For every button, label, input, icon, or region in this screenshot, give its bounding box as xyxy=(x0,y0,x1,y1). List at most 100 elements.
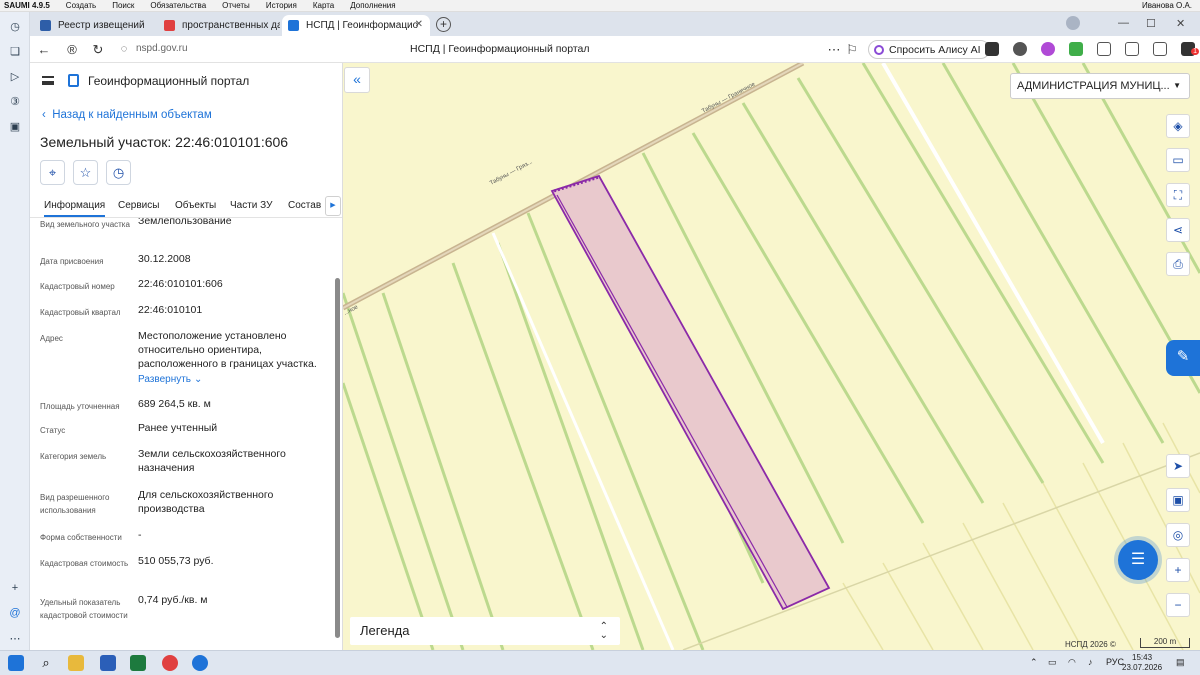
tab-composition[interactable]: Состав xyxy=(288,200,321,211)
menu-reports[interactable]: Отчеты xyxy=(214,1,258,10)
mail-icon[interactable]: @ xyxy=(7,605,23,621)
minimize-icon[interactable]: — xyxy=(1118,17,1129,29)
shield-extension-icon[interactable] xyxy=(1069,42,1083,56)
extension-icon[interactable] xyxy=(1041,42,1055,56)
select-area-button[interactable]: ⛶ xyxy=(1166,183,1190,207)
tab-parts[interactable]: Части ЗУ xyxy=(230,200,272,211)
tab-objects[interactable]: Объекты xyxy=(175,200,216,211)
puzzle-icon[interactable] xyxy=(1097,42,1111,56)
tab-label: Реестр извещений xyxy=(58,20,145,31)
legend-toggle[interactable]: Легенда ⌃ ⌄ xyxy=(350,617,620,645)
more-icon[interactable]: ⋯ xyxy=(7,630,23,646)
field-value: Для сельскохозяйственного производства xyxy=(138,489,274,515)
os-menu-bar: SAUMI 4.9.5 Создать Поиск Обязательства … xyxy=(0,0,1200,12)
menu-search[interactable]: Поиск xyxy=(104,1,142,10)
caret-down-icon: ▼ xyxy=(1173,81,1181,90)
measure-button[interactable]: ▭ xyxy=(1166,148,1190,172)
wifi-icon[interactable]: ◠ xyxy=(1068,657,1076,668)
history-icon[interactable]: ◷ xyxy=(7,18,23,34)
mail-app-icon[interactable] xyxy=(192,655,208,671)
close-icon[interactable]: ✕ xyxy=(415,19,423,30)
close-window-icon[interactable]: ✕ xyxy=(1176,17,1185,30)
parcel-title: Земельный участок: 22:46:010101:606 xyxy=(40,134,289,150)
search-icon[interactable]: ⌕ xyxy=(38,655,54,671)
map-canvas[interactable]: Табуны — Гряз... Табуны — Граничное ...н… xyxy=(343,63,1200,650)
maximize-icon[interactable]: ☐ xyxy=(1146,17,1156,30)
share-button[interactable]: ⋖ xyxy=(1166,218,1190,242)
expand-address-link[interactable]: Развернуть ⌄ xyxy=(138,372,328,387)
url-field[interactable]: nspd.gov.ru xyxy=(136,43,188,54)
new-tab-button[interactable]: + xyxy=(436,17,451,32)
field-value: Земли сельскохозяйственного назначения xyxy=(138,448,286,474)
bookmark-icon[interactable]: ⚐ xyxy=(844,42,860,58)
tab-spatial[interactable]: пространственных данн xyxy=(158,15,280,36)
back-to-results-link[interactable]: ‹ Назад к найденным объектам xyxy=(42,109,212,121)
tab-information[interactable]: Информация xyxy=(44,200,106,217)
locate-object-button[interactable]: ⌖ xyxy=(40,160,65,185)
road-label: Табуны — Гряз... xyxy=(489,159,534,187)
shield-icon[interactable]: ◌ xyxy=(116,43,132,55)
menu-obligations[interactable]: Обязательства xyxy=(142,1,214,10)
land-parcel[interactable] xyxy=(550,174,831,611)
field-label: Кадастровый квартал xyxy=(40,308,121,317)
address-bar: ← ® ↻ ◌ nspd.gov.ru НСПД | Геоинформацио… xyxy=(30,36,1200,63)
word-icon[interactable] xyxy=(100,655,116,671)
zoom-out-button[interactable]: − xyxy=(1166,593,1190,617)
media-icon[interactable]: ▣ xyxy=(7,118,23,134)
location-button[interactable]: ◎ xyxy=(1166,523,1190,547)
downloads-icon[interactable]: 1 xyxy=(1181,42,1199,56)
print-button[interactable]: ⎙ xyxy=(1166,252,1190,276)
translate-icon[interactable] xyxy=(1153,42,1167,56)
tab-services[interactable]: Сервисы xyxy=(118,200,159,211)
field-value: - xyxy=(138,529,142,541)
collapse-panel-button[interactable]: « xyxy=(344,67,370,93)
yandex-browser-taskbar-icon[interactable] xyxy=(162,655,178,671)
collections-icon[interactable] xyxy=(1125,42,1139,56)
field-label: Вид разрешенного использования xyxy=(40,493,110,515)
reload-icon[interactable]: ↻ xyxy=(90,42,106,58)
add-icon[interactable]: + xyxy=(7,580,23,596)
region-select[interactable]: АДМИНИСТРАЦИЯ МУНИЦ... ▼ xyxy=(1010,73,1190,99)
chevron-down-icon: ⌄ xyxy=(193,374,203,385)
info-fields: Вид земельного участка Землепользование … xyxy=(30,218,342,650)
panel-scrollbar[interactable] xyxy=(334,218,340,650)
menu-create[interactable]: Создать xyxy=(58,1,104,10)
menu-addons[interactable]: Дополнения xyxy=(342,1,403,10)
scroll-thumb[interactable] xyxy=(335,278,340,638)
extension-icon[interactable] xyxy=(1013,42,1027,56)
tray-arrow-icon[interactable]: ⌃ xyxy=(1030,657,1038,668)
field-value: 689 264,5 кв. м xyxy=(138,398,211,410)
network-icon[interactable]: ▭ xyxy=(1048,657,1057,668)
chat-button[interactable]: ☰ xyxy=(1118,540,1158,580)
folder-icon[interactable] xyxy=(68,655,84,671)
menu-history[interactable]: История xyxy=(258,1,305,10)
profile-icon[interactable] xyxy=(1066,16,1080,30)
excel-icon[interactable] xyxy=(130,655,146,671)
number-icon[interactable]: ③ xyxy=(7,93,23,109)
layers-button[interactable]: ◈ xyxy=(1166,114,1190,138)
white-track xyxy=(881,63,1105,445)
tabs-scroll-right-button[interactable]: ▶ xyxy=(325,196,341,216)
extension-icon[interactable] xyxy=(985,42,999,56)
tab-notices[interactable]: Реестр извещений xyxy=(34,15,156,36)
yandex-browser-icon[interactable]: ® xyxy=(64,42,80,57)
clock[interactable]: 15:43 23.07.2026 xyxy=(1122,653,1162,673)
tab-nspd[interactable]: НСПД | Геоинформацио ✕ xyxy=(282,15,430,36)
menu-icon[interactable] xyxy=(42,76,54,85)
volume-icon[interactable]: ♪ xyxy=(1088,657,1093,667)
collections-icon[interactable]: ❏ xyxy=(7,43,23,59)
windows-start-icon[interactable] xyxy=(8,655,24,671)
map-view[interactable]: Табуны — Гряз... Табуны — Граничное ...н… xyxy=(343,63,1200,650)
favorite-button[interactable]: ☆ xyxy=(73,160,98,185)
back-arrow-icon[interactable]: ← xyxy=(36,42,52,57)
history-button[interactable]: ◷ xyxy=(106,160,131,185)
ask-alisa-button[interactable]: Спросить Алису AI xyxy=(868,40,990,59)
navigate-icon[interactable]: ➤ xyxy=(1166,454,1190,478)
minimap-button[interactable]: ▣ xyxy=(1166,488,1190,512)
menu-map[interactable]: Карта xyxy=(305,1,342,10)
more-icon[interactable]: ⋯ xyxy=(826,42,842,58)
zoom-in-button[interactable]: + xyxy=(1166,558,1190,582)
feedback-icon[interactable]: ✎ xyxy=(1166,340,1200,376)
play-icon[interactable]: ▷ xyxy=(7,68,23,84)
notifications-icon[interactable]: ▤ xyxy=(1176,657,1185,668)
